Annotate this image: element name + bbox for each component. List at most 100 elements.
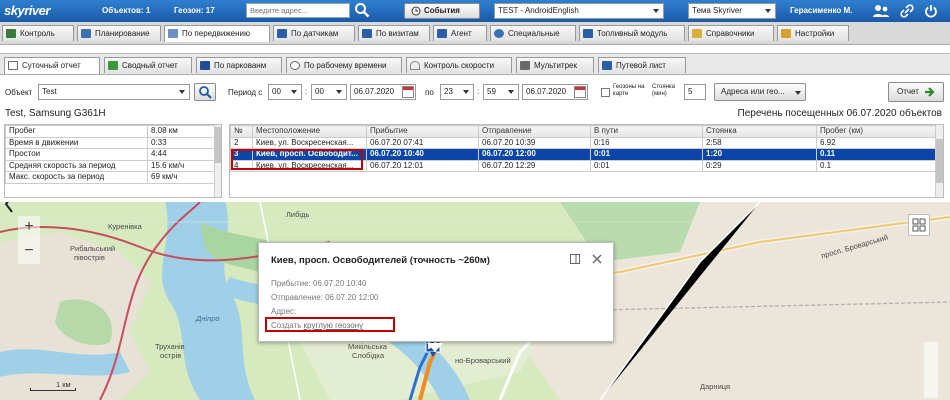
- zoom-control: + −: [18, 216, 40, 264]
- pencil-icon: [81, 29, 91, 38]
- map-label: Дарниця: [700, 382, 731, 391]
- tab-fuel[interactable]: Топливный модуль: [579, 25, 685, 41]
- tab-daily-report[interactable]: Суточный отчет: [4, 57, 100, 74]
- top-bar: skyriver Объектов: 1 Геозон: 17 События …: [0, 0, 950, 22]
- summary-scrollbar[interactable]: [214, 125, 221, 197]
- column-header[interactable]: Местоположение: [252, 125, 367, 138]
- map-label: Либідь: [286, 210, 310, 219]
- summary-value: 69 км/ч: [147, 171, 216, 184]
- address-search-input[interactable]: [246, 3, 350, 18]
- popup-pointer: [427, 343, 443, 352]
- column-header[interactable]: В пути: [590, 125, 703, 138]
- from-minute-select[interactable]: 00: [311, 84, 347, 100]
- close-icon[interactable]: [591, 253, 603, 265]
- calendar-icon[interactable]: [574, 86, 586, 98]
- tab-multitrack[interactable]: Мультитрек: [516, 57, 594, 73]
- tab-special[interactable]: Специальные: [490, 25, 576, 41]
- car-icon: [8, 61, 18, 70]
- tab-waybill[interactable]: Путевой лист: [598, 57, 686, 73]
- objects-count: Объектов: 1: [102, 6, 151, 15]
- table-header-row: № Местоположение Прибытие Отправление В …: [230, 125, 938, 138]
- from-hour-select[interactable]: 00: [268, 84, 302, 100]
- table-row[interactable]: 2 Киев, ул. Воскресенская... 06.07.20 07…: [230, 136, 938, 149]
- summary-row: Макс. скорость за период 69 км/ч: [5, 171, 216, 184]
- person-pin-icon: [168, 29, 178, 38]
- tab-speed-control[interactable]: Контроль скорости: [406, 57, 512, 73]
- users-icon[interactable]: [872, 4, 890, 18]
- time-separator: :: [477, 87, 480, 96]
- to-hour-select[interactable]: 23: [440, 84, 474, 100]
- table-cell: 0:29: [702, 159, 817, 172]
- popup-arrival: Прибытие: 06.07.20 10:40: [271, 279, 367, 288]
- summary-row: Простои 4:44: [5, 148, 216, 161]
- report-button[interactable]: Отчет: [888, 82, 944, 102]
- table-cell: 0.1: [816, 159, 938, 172]
- summary-value: 8.08 км: [147, 125, 216, 138]
- power-icon[interactable]: [924, 4, 938, 18]
- map[interactable]: Рибальський півострів Труханів острів Ми…: [0, 202, 950, 400]
- device-title: Test, Samsung G361H: [5, 108, 106, 119]
- events-button[interactable]: События: [404, 3, 480, 19]
- map-label: Слобідка: [352, 351, 385, 360]
- map-label: півострів: [74, 253, 105, 262]
- tab-worktime-report[interactable]: По рабочему времени: [286, 57, 402, 73]
- column-header[interactable]: №: [230, 125, 253, 138]
- speedometer-icon: [410, 61, 420, 70]
- multitrack-icon: [520, 61, 530, 70]
- zoom-in-button[interactable]: +: [18, 216, 40, 240]
- zoom-out-button[interactable]: −: [18, 240, 40, 264]
- maximize-icon[interactable]: [569, 253, 581, 265]
- tab-settings[interactable]: Настройки: [777, 25, 849, 41]
- highlight-box: [231, 149, 363, 170]
- tab-control[interactable]: Контроль: [2, 25, 74, 41]
- search-icon: [199, 86, 212, 99]
- table-cell: 0:16: [590, 136, 703, 149]
- table-cell: 0:01: [590, 159, 703, 172]
- fuel-icon: [583, 29, 593, 38]
- search-icon[interactable]: [354, 2, 370, 18]
- summary-row: Время в движении 0:33: [5, 136, 216, 149]
- layers-icon[interactable]: [908, 214, 930, 236]
- to-label: по: [425, 88, 434, 97]
- tab-planning[interactable]: Планирование: [77, 25, 161, 41]
- map-label: Дніпро: [196, 314, 220, 323]
- map-label: Труханів: [155, 342, 185, 351]
- column-header[interactable]: Пробег (км): [816, 125, 938, 138]
- chevron-down-icon: [336, 90, 342, 94]
- object-select[interactable]: TEST - AndroidEnglish: [494, 3, 664, 19]
- map-scroll-control[interactable]: [924, 342, 938, 398]
- create-circle-geozone-link[interactable]: круглую геозону: [304, 321, 364, 330]
- table-cell: 06.07.20 12:00: [478, 148, 591, 161]
- tab-visits[interactable]: По визитам: [358, 25, 430, 41]
- theme-select[interactable]: Тема Skyriver: [688, 3, 776, 19]
- column-header[interactable]: Прибытие: [366, 125, 479, 138]
- calendar-icon[interactable]: [402, 86, 414, 98]
- tab-references[interactable]: Справочники: [688, 25, 774, 41]
- tab-summary-report[interactable]: Сводный отчет: [104, 57, 192, 73]
- to-minute-select[interactable]: 59: [483, 84, 519, 100]
- sensor-icon: [277, 29, 287, 38]
- main-tabs: Контроль Планирование По передвижению По…: [0, 22, 950, 45]
- link-icon[interactable]: [900, 4, 914, 18]
- address-mode-dropdown[interactable]: Адреса или гео...: [714, 83, 806, 101]
- tab-parking-report[interactable]: По паркованм: [196, 57, 282, 73]
- tab-agent[interactable]: Агент: [433, 25, 487, 41]
- find-object-button[interactable]: [194, 83, 216, 101]
- parking-minutes-input[interactable]: 5: [684, 84, 706, 100]
- chevron-left-icon[interactable]: [4, 202, 14, 214]
- table-cell: 06.07.20 10:39: [478, 136, 591, 149]
- popup-address: Адрес:: [271, 307, 297, 316]
- summary-row: Пробег 8.08 км: [5, 125, 216, 138]
- geozones-checkbox[interactable]: [601, 88, 610, 97]
- parking-icon: [200, 61, 210, 70]
- summary-table: Пробег 8.08 км Время в движении 0:33 Прост…: [5, 125, 216, 184]
- map-label: Куренівка: [108, 222, 142, 231]
- column-header[interactable]: Отправление: [478, 125, 591, 138]
- object-filter-select[interactable]: Test: [38, 84, 190, 100]
- period-label: Период с: [228, 88, 263, 97]
- column-header[interactable]: Стоянка: [702, 125, 817, 138]
- tab-movement[interactable]: По передвижению: [164, 25, 270, 42]
- popup-title: Киев, просп. Освободителей (точность ~26…: [271, 255, 490, 266]
- visits-scrollbar[interactable]: [935, 125, 943, 197]
- tab-sensors[interactable]: По датчикам: [273, 25, 355, 41]
